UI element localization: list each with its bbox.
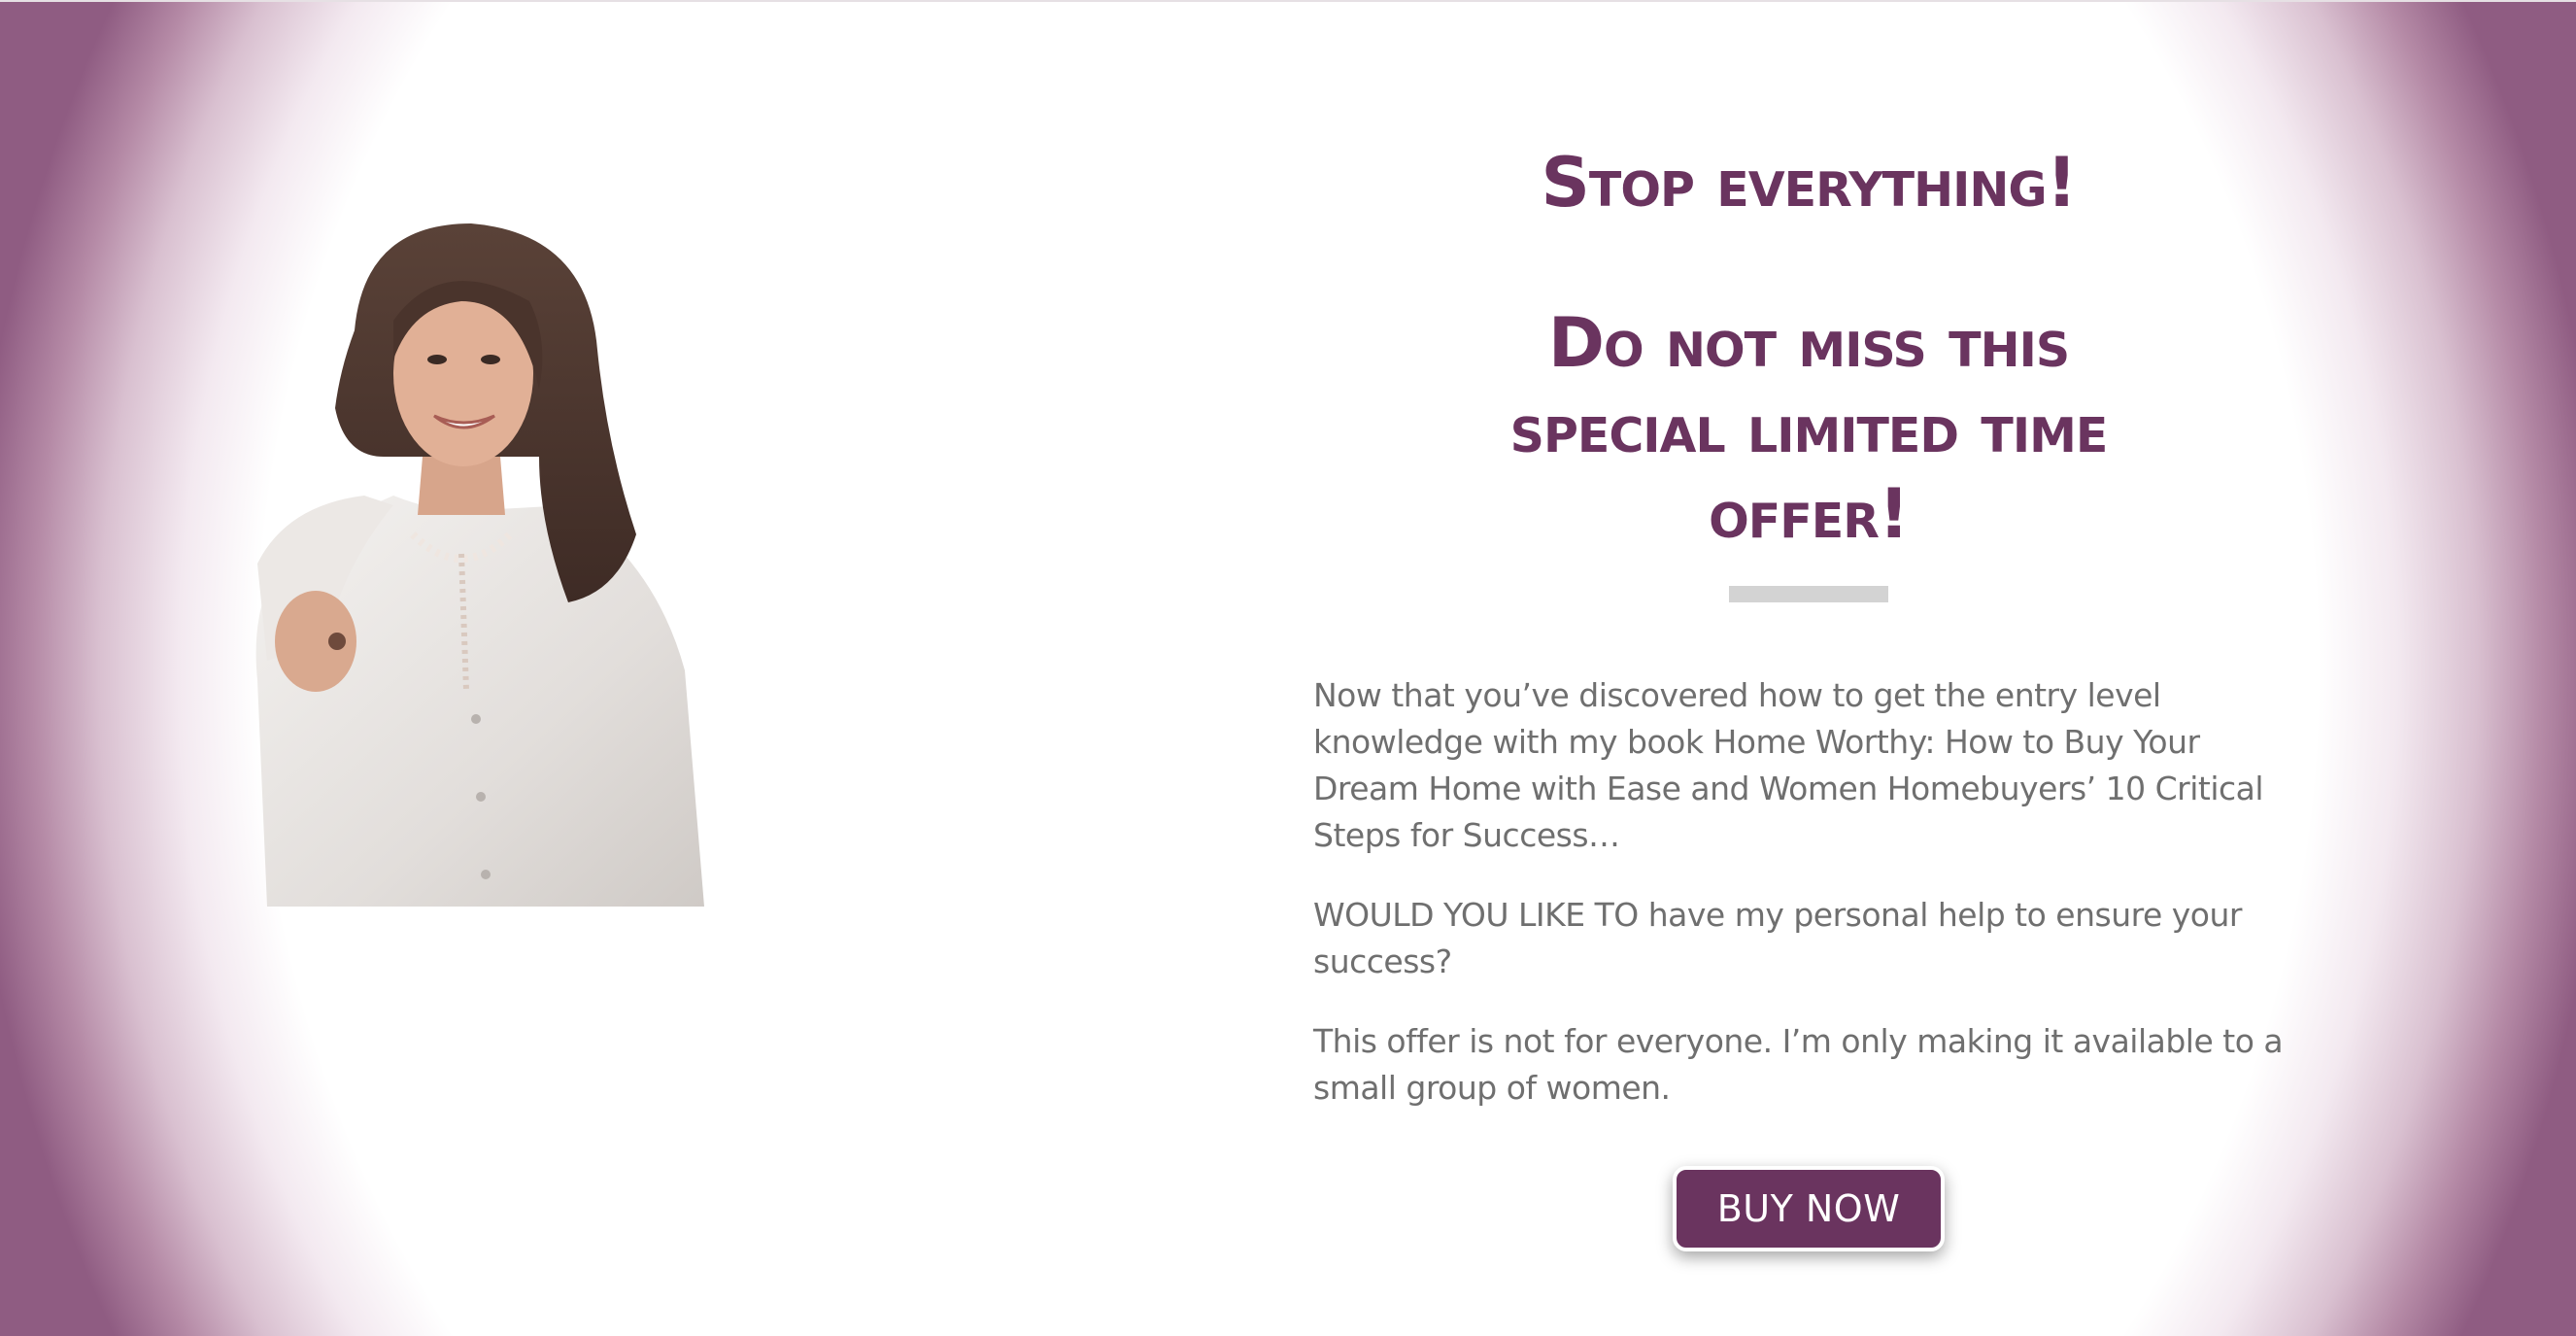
question-paragraph: WOULD YOU LIKE TO have my personal help … xyxy=(1313,896,2242,980)
intro-paragraph: Now that you’ve discovered how to get th… xyxy=(1313,676,2264,854)
offer-content: Stop everything! Do not miss this specia… xyxy=(1313,146,2304,1251)
headline-divider xyxy=(1729,586,1888,602)
cta-wrapper: BUY NOW xyxy=(1313,1166,2304,1251)
exclusivity-paragraph: This offer is not for everyone. I’m only… xyxy=(1313,1022,2284,1107)
headline-line-2: Do not miss this special limited time of… xyxy=(1509,303,2109,554)
top-border xyxy=(0,0,2576,2)
buy-now-button[interactable]: BUY NOW xyxy=(1672,1166,1946,1251)
offer-headline: Stop everything! Do not miss this specia… xyxy=(1313,146,2304,557)
author-photo xyxy=(248,214,753,907)
headline-line-1: Stop everything! xyxy=(1541,143,2078,223)
